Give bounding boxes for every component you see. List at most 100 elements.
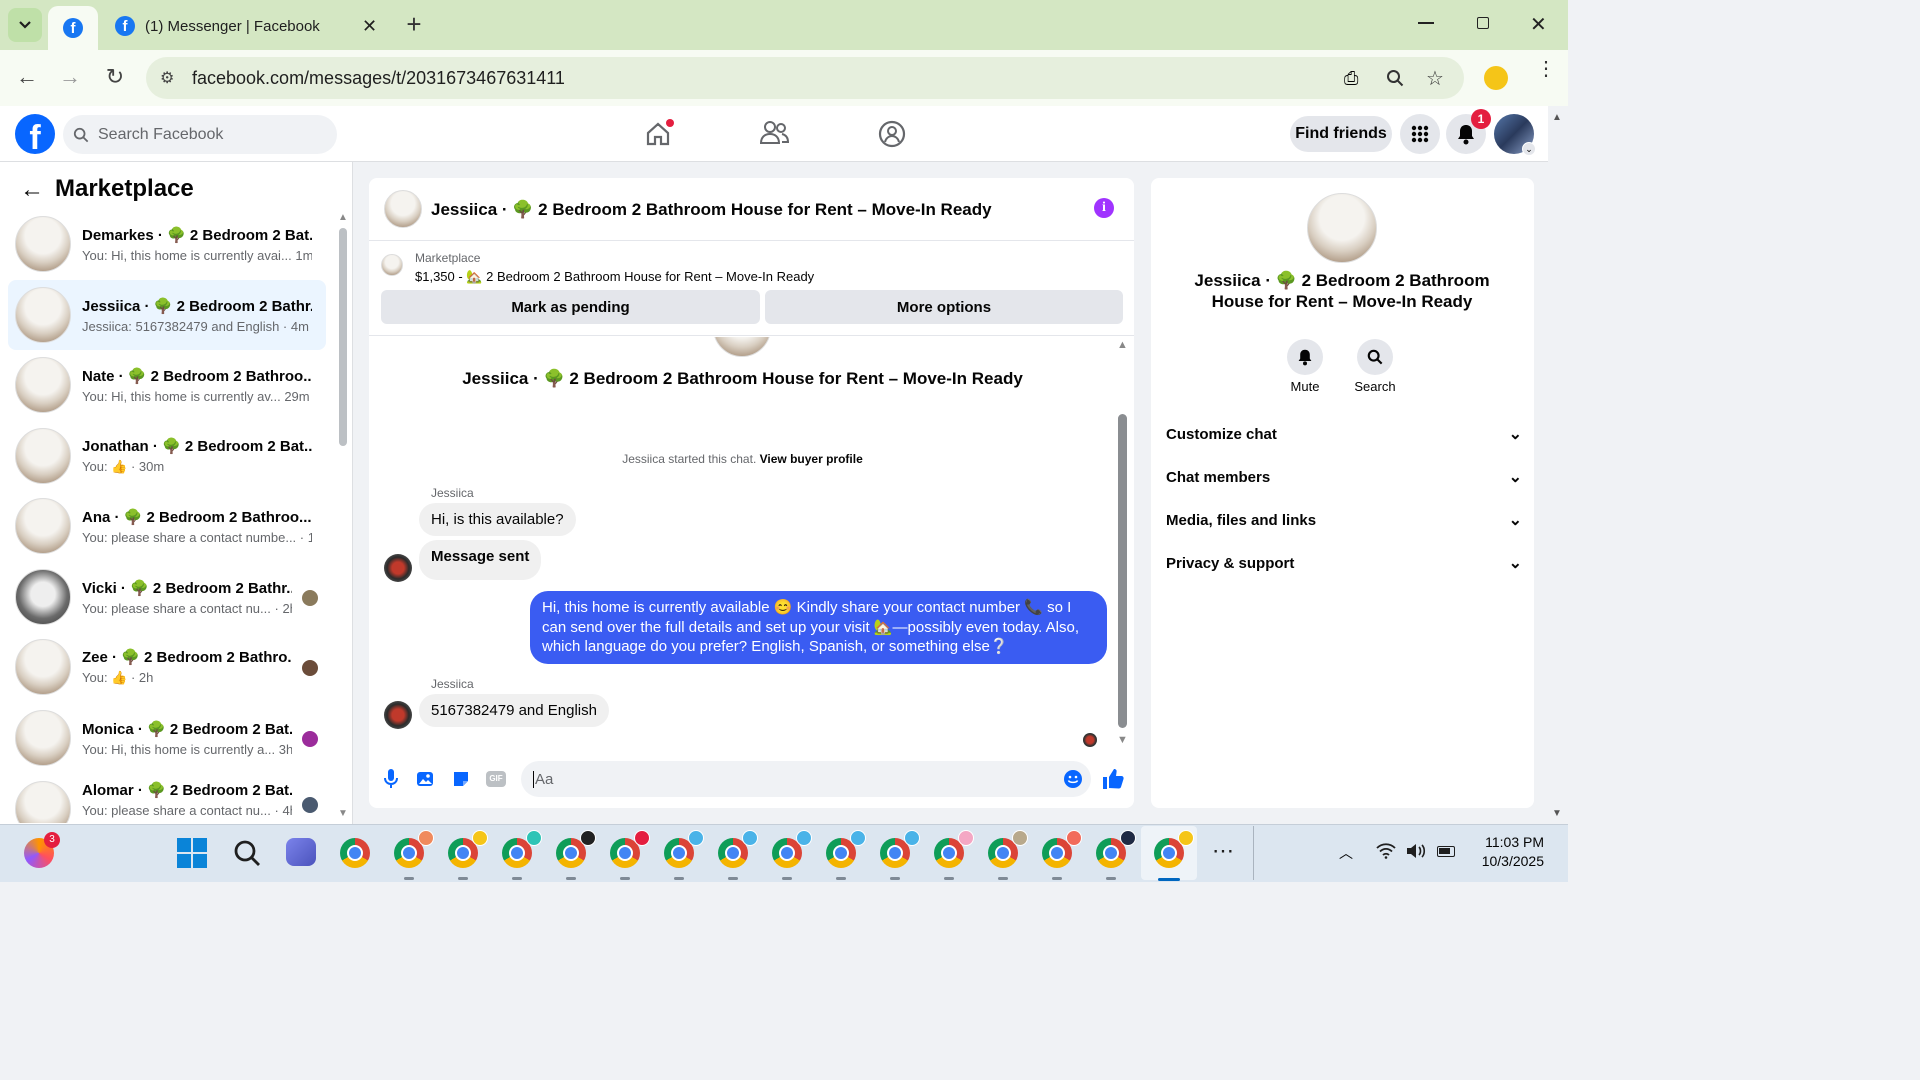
clock-time[interactable]: 11:03 PM	[1482, 834, 1544, 850]
install-app-icon[interactable]: ⎙	[1344, 68, 1358, 89]
conversation-item-selected[interactable]: Jessiica · 🌳 2 Bedroom 2 Bathr... Jessii…	[8, 280, 326, 350]
chrome-profile-icon[interactable]	[606, 830, 650, 880]
page-scrollbar-up[interactable]: ▲	[1552, 112, 1562, 123]
chrome-profile-icon[interactable]	[714, 830, 758, 880]
zoom-icon[interactable]	[1386, 69, 1404, 87]
account-avatar[interactable]: ⌄	[1494, 114, 1536, 156]
forward-button[interactable]: →	[55, 62, 85, 92]
site-info-icon[interactable]: ⚙	[160, 68, 174, 88]
media-files-links-section[interactable]: Media, files and links ⌄	[1166, 509, 1522, 531]
volume-icon[interactable]	[1405, 843, 1427, 859]
back-button[interactable]: ←	[12, 62, 42, 92]
conversation-preview: You: please share a contact nu...	[82, 600, 271, 616]
chrome-profile-icon[interactable]	[1038, 830, 1082, 880]
conversation-item[interactable]: Demarkes · 🌳 2 Bedroom 2 Bat... You: Hi,…	[8, 209, 326, 279]
browser-menu-icon[interactable]: ⋮	[1536, 59, 1556, 79]
customize-chat-section[interactable]: Customize chat ⌄	[1166, 423, 1522, 445]
conversation-item[interactable]: Jonathan · 🌳 2 Bedroom 2 Bat... You: 👍 ·…	[8, 421, 326, 491]
search-conversation-button[interactable]	[1357, 339, 1393, 375]
clock-date[interactable]: 10/3/2025	[1470, 853, 1544, 869]
incoming-message[interactable]: 5167382479 and English	[419, 694, 609, 727]
like-thumb-icon[interactable]	[1101, 767, 1125, 791]
more-options-button[interactable]: More options	[765, 290, 1123, 324]
chrome-profile-icon[interactable]	[390, 830, 434, 880]
scroll-up-arrow[interactable]: ▲	[338, 212, 348, 223]
more-apps-icon[interactable]: ⋯	[1212, 838, 1235, 864]
page-scrollbar-down[interactable]: ▼	[1552, 808, 1562, 819]
tab-search-button[interactable]	[8, 8, 42, 42]
incoming-message[interactable]: Hi, is this available?	[419, 503, 576, 536]
mute-button[interactable]	[1286, 339, 1324, 375]
extension-icon[interactable]	[1484, 66, 1508, 90]
chat-scroll-up[interactable]: ▲	[1117, 339, 1128, 351]
menu-button[interactable]	[1400, 114, 1440, 154]
conversation-item[interactable]: Nate · 🌳 2 Bedroom 2 Bathroo... You: Hi,…	[8, 350, 326, 420]
chrome-profile-icon[interactable]	[498, 830, 542, 880]
privacy-support-section[interactable]: Privacy & support ⌄	[1166, 552, 1522, 574]
chrome-active-icon[interactable]	[1150, 830, 1194, 881]
find-friends-button[interactable]: Find friends	[1290, 116, 1392, 152]
sender-avatar[interactable]	[384, 554, 412, 582]
teams-chat-icon[interactable]	[286, 838, 316, 866]
chrome-profile-icon[interactable]	[984, 830, 1028, 880]
chat-header-title[interactable]: Jessiica · 🌳 2 Bedroom 2 Bathroom House …	[431, 200, 992, 220]
chrome-taskbar-icon[interactable]	[336, 834, 374, 872]
close-window-button[interactable]: ✕	[1530, 12, 1547, 37]
left-scrollbar-thumb[interactable]	[339, 228, 347, 446]
chat-header-avatar[interactable]	[384, 190, 422, 228]
taskbar-search-icon[interactable]	[232, 838, 262, 873]
chrome-profile-icon[interactable]	[768, 830, 812, 880]
chat-scroll-down[interactable]: ▼	[1117, 734, 1128, 746]
incoming-message[interactable]: Message sent	[419, 540, 542, 580]
info-icon[interactable]: i	[1094, 198, 1114, 218]
seen-avatar	[302, 660, 318, 676]
photo-icon[interactable]	[414, 768, 436, 790]
sender-avatar[interactable]	[384, 701, 412, 729]
conversation-item[interactable]: Zee · 🌳 2 Bedroom 2 Bathro... You: 👍 · 2…	[8, 632, 326, 702]
message-input[interactable]: Aa	[521, 761, 1091, 797]
conversation-item[interactable]: Ana · 🌳 2 Bedroom 2 Bathroo... You: plea…	[8, 491, 326, 561]
conversation-item[interactable]: Monica · 🌳 2 Bedroom 2 Bat... You: Hi, t…	[8, 703, 326, 773]
microphone-icon[interactable]	[380, 768, 402, 790]
view-buyer-profile-link[interactable]: View buyer profile	[760, 452, 863, 466]
chat-scrollbar-thumb[interactable]	[1118, 414, 1127, 728]
facebook-search[interactable]: Search Facebook	[63, 115, 337, 154]
facebook-logo[interactable]: f	[15, 114, 55, 154]
chrome-profile-icon[interactable]	[444, 830, 488, 880]
show-hidden-icons-icon[interactable]: ︿	[1339, 843, 1353, 863]
restore-button[interactable]	[1477, 17, 1489, 29]
wifi-icon[interactable]	[1376, 843, 1396, 859]
conversation-item[interactable]: Alomar · 🌳 2 Bedroom 2 Bat... You: pleas…	[8, 773, 326, 823]
nav-friends[interactable]	[758, 118, 790, 153]
reload-button[interactable]: ↻	[100, 62, 130, 92]
chrome-profile-icon[interactable]	[1092, 830, 1136, 880]
close-tab-icon[interactable]: ✕	[362, 16, 377, 37]
omnibox[interactable]: ⚙ facebook.com/messages/t/20316734676314…	[146, 57, 1464, 99]
chrome-profile-icon[interactable]	[930, 830, 974, 880]
chrome-profile-icon[interactable]	[660, 830, 704, 880]
chrome-profile-icon[interactable]	[822, 830, 866, 880]
minimize-button[interactable]	[1418, 22, 1434, 24]
listing-title[interactable]: 🏡 2 Bedroom 2 Bathroom House for Rent – …	[466, 269, 814, 284]
chrome-profile-icon[interactable]	[876, 830, 920, 880]
bookmark-star-icon[interactable]: ☆	[1426, 66, 1444, 91]
conversation-item[interactable]: Vicki · 🌳 2 Bedroom 2 Bathr... You: plea…	[8, 562, 326, 632]
firefox-taskbar-icon[interactable]: 3	[20, 832, 60, 872]
tab-messenger[interactable]: f (1) Messenger | Facebook ✕	[100, 6, 390, 46]
new-tab-button[interactable]: +	[400, 10, 428, 38]
chrome-profile-icon[interactable]	[552, 830, 596, 880]
sticker-icon[interactable]	[450, 768, 472, 790]
mark-as-pending-button[interactable]: Mark as pending	[381, 290, 760, 324]
emoji-icon[interactable]	[1063, 769, 1083, 789]
section-label: Customize chat	[1166, 425, 1277, 443]
chat-members-section[interactable]: Chat members ⌄	[1166, 466, 1522, 488]
scroll-down-arrow[interactable]: ▼	[338, 808, 348, 819]
back-arrow-icon[interactable]: ←	[20, 176, 44, 204]
gif-icon[interactable]: GIF	[485, 768, 507, 790]
outgoing-message[interactable]: Hi, this home is currently available 😊 K…	[530, 591, 1107, 664]
nav-groups[interactable]	[877, 119, 907, 154]
battery-icon[interactable]	[1437, 846, 1455, 857]
nav-home[interactable]	[640, 116, 676, 152]
windows-start-icon[interactable]	[177, 838, 207, 868]
tab-facebook-active[interactable]: f	[48, 6, 98, 50]
